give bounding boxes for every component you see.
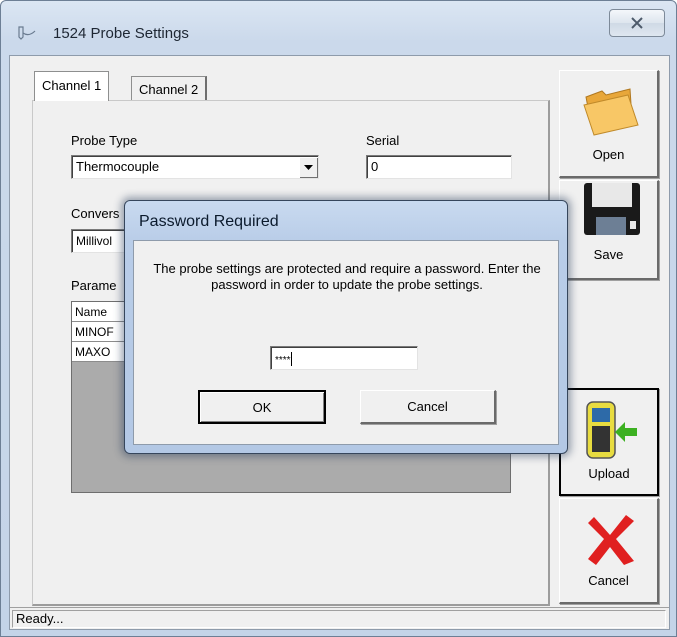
dropdown-button[interactable] bbox=[299, 157, 317, 177]
floppy-disk-icon bbox=[584, 183, 640, 235]
probe-type-value: Thermocouple bbox=[76, 159, 160, 174]
upload-label: Upload bbox=[588, 466, 630, 481]
window-close-button[interactable] bbox=[609, 9, 665, 37]
tab-label: Channel 2 bbox=[139, 82, 199, 97]
title-bar[interactable]: 1524 Probe Settings bbox=[1, 1, 677, 43]
probe-type-label: Probe Type bbox=[71, 133, 138, 148]
tab-channel-1[interactable]: Channel 1 bbox=[34, 71, 110, 101]
parameters-label: Parame bbox=[71, 278, 117, 293]
cancel-side-label: Cancel bbox=[588, 573, 629, 588]
serial-value: 0 bbox=[371, 159, 379, 174]
ok-label: OK bbox=[252, 400, 272, 415]
conversion-label: Convers bbox=[71, 206, 120, 221]
password-dialog: Password Required The probe settings are… bbox=[124, 200, 568, 454]
save-label: Save bbox=[593, 247, 624, 262]
probe-type-dropdown[interactable]: Thermocouple bbox=[71, 155, 319, 179]
save-button[interactable]: Save bbox=[559, 180, 659, 280]
window-title: 1524 Probe Settings bbox=[53, 25, 189, 42]
serial-input[interactable]: 0 bbox=[366, 155, 512, 179]
chevron-down-icon bbox=[304, 165, 313, 170]
folder-icon bbox=[583, 88, 639, 136]
serial-label: Serial bbox=[366, 133, 400, 148]
dialog-title: Password Required bbox=[139, 213, 279, 230]
dialog-client-area: The probe settings are protected and req… bbox=[133, 240, 559, 445]
dialog-message: The probe settings are protected and req… bbox=[153, 261, 541, 292]
dialog-cancel-label: Cancel bbox=[407, 399, 448, 414]
dialog-cancel-button[interactable]: Cancel bbox=[360, 390, 496, 424]
tab-label: Channel 1 bbox=[42, 78, 102, 93]
password-mask: **** bbox=[275, 355, 291, 366]
upload-button[interactable]: Upload bbox=[559, 388, 659, 496]
probe-app-icon bbox=[18, 26, 36, 40]
ok-button[interactable]: OK bbox=[198, 390, 326, 424]
device-upload-icon bbox=[586, 401, 637, 459]
status-bar: Ready... bbox=[10, 607, 669, 629]
cancel-side-button[interactable]: Cancel bbox=[559, 498, 659, 604]
open-label: Open bbox=[592, 147, 625, 162]
close-icon bbox=[631, 17, 643, 29]
conversion-value: Millivol bbox=[76, 234, 112, 248]
status-text: Ready... bbox=[12, 610, 666, 628]
password-input[interactable]: **** bbox=[270, 346, 418, 370]
open-button[interactable]: Open bbox=[559, 70, 659, 178]
red-x-icon bbox=[588, 515, 634, 565]
text-caret bbox=[290, 352, 292, 366]
tab-channel-2[interactable]: Channel 2 bbox=[131, 76, 208, 101]
